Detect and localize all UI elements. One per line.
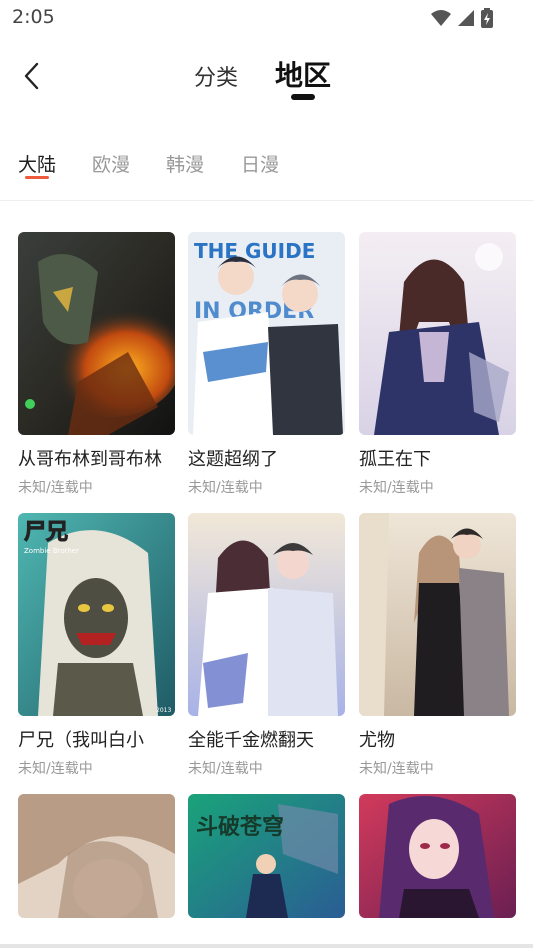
- comic-cover: [18, 794, 175, 918]
- comic-cover: THE GUIDE IN ORDER: [188, 232, 345, 435]
- cover-text: 2013: [156, 707, 171, 714]
- comic-cover: 斗破苍穹: [188, 794, 345, 918]
- cover-logo: 尸兄: [24, 520, 68, 545]
- comic-status: 未知/连载中: [359, 761, 434, 777]
- comic-grid: 从哥布林到哥布林 未知/连载中 THE GUIDE IN ORDER 这题超纲了…: [0, 0, 533, 948]
- comic-status: 未知/连载中: [188, 761, 263, 777]
- comic-card[interactable]: 斗破苍穹: [188, 794, 345, 918]
- comic-title: 孤王在下: [359, 449, 431, 470]
- comic-card[interactable]: 从哥布林到哥布林 未知/连载中: [18, 232, 175, 497]
- comic-card[interactable]: 尤物 未知/连载中: [359, 513, 516, 778]
- bottom-edge: [0, 944, 533, 948]
- comic-card[interactable]: THE GUIDE IN ORDER 这题超纲了 未知/连载中: [188, 232, 345, 497]
- comic-cover: [359, 513, 516, 716]
- cover-text: Zombie Brother: [24, 547, 79, 555]
- comic-title: 从哥布林到哥布林: [18, 449, 162, 470]
- comic-card[interactable]: [18, 794, 175, 918]
- comic-cover: [18, 232, 175, 435]
- comic-status: 未知/连载中: [188, 480, 263, 496]
- comic-card[interactable]: [359, 794, 516, 918]
- comic-title: 全能千金燃翻天: [188, 730, 314, 751]
- comic-title: 这题超纲了: [188, 449, 278, 470]
- comic-title: 尤物: [359, 730, 395, 751]
- comic-cover: [188, 513, 345, 716]
- comic-cover: [359, 794, 516, 918]
- comic-cover: 尸兄 Zombie Brother 2013: [18, 513, 175, 716]
- comic-status: 未知/连载中: [18, 761, 93, 777]
- cover-text: THE GUIDE: [194, 239, 315, 263]
- comic-card[interactable]: 孤王在下 未知/连载中: [359, 232, 516, 497]
- comic-status: 未知/连载中: [18, 480, 93, 496]
- comic-status: 未知/连载中: [359, 480, 434, 496]
- comic-title: 尸兄（我叫白小: [18, 730, 144, 751]
- comic-cover: [359, 232, 516, 435]
- comic-card[interactable]: 全能千金燃翻天 未知/连载中: [188, 513, 345, 778]
- comic-card[interactable]: 尸兄 Zombie Brother 2013 尸兄（我叫白小 未知/连载中: [18, 513, 175, 778]
- cover-logo: 斗破苍穹: [196, 814, 284, 840]
